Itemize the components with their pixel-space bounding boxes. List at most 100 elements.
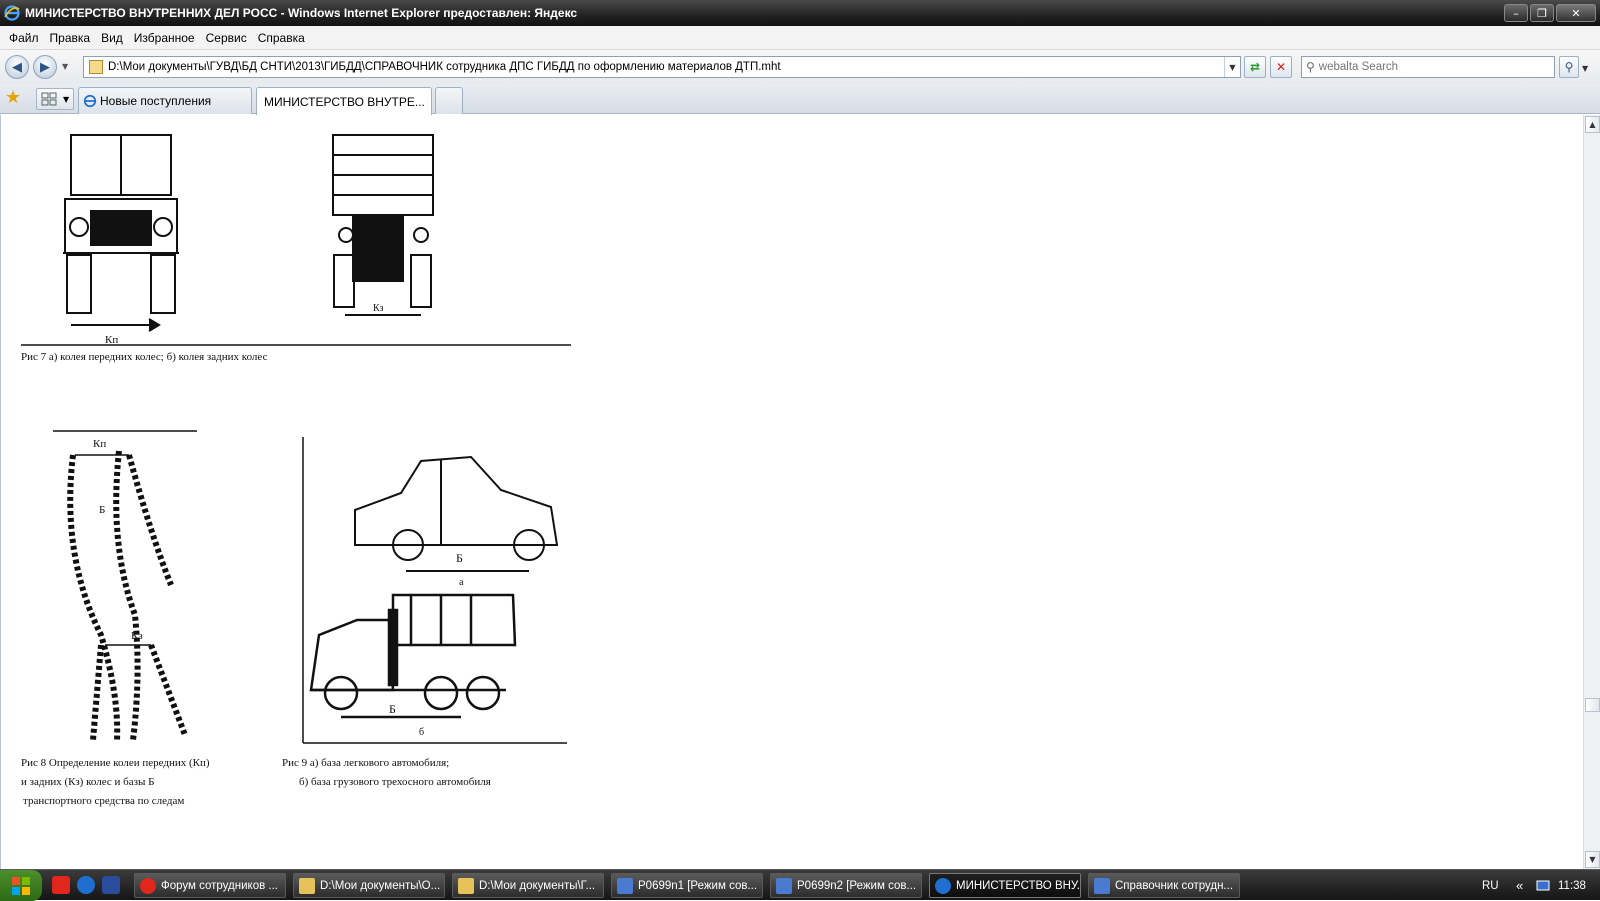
taskbar-item-label: D:\Мои документы\Г... — [479, 879, 596, 892]
refresh-button[interactable]: ⇄ — [1244, 56, 1266, 78]
navigation-bar: ◀ ▶ ▼ D:\Мои документы\ГУВД\БД СНТИ\2013… — [0, 50, 1600, 84]
truck-rear-drawing — [332, 134, 434, 316]
fig8-caption-line-3: транспортного средства по следам — [23, 795, 185, 807]
ie-page-icon — [83, 94, 97, 108]
tab-list-dropdown[interactable]: ▼ — [63, 95, 69, 104]
back-arrow-icon: ◀ — [12, 59, 22, 75]
scroll-up-button[interactable]: ▲ — [1585, 116, 1600, 133]
address-url[interactable]: D:\Мои документы\ГУВД\БД СНТИ\2013\ГИБДД… — [108, 61, 1224, 73]
search-box[interactable]: ⚲ — [1301, 56, 1555, 78]
taskbar-item-label: D:\Мои документы\О... — [320, 879, 441, 892]
page-content: Кп Кз Кп Б Кз Б а Б б Рис 7 а) колея пер… — [0, 115, 1583, 869]
refresh-icon: ⇄ — [1249, 60, 1261, 74]
scanned-figures: Кп Кз Кп Б Кз Б а Б б — [21, 134, 571, 744]
ie-icon — [935, 877, 951, 894]
start-button[interactable] — [0, 870, 42, 901]
taskbar-item-doc-2[interactable]: P0699n2 [Режим сов... — [770, 873, 922, 898]
tab-label: МИНИСТЕРСТВО ВНУТРЕ... — [264, 94, 425, 109]
fig9-b1-label: Б — [456, 551, 463, 565]
menu-view[interactable]: Вид — [96, 31, 128, 45]
maximize-button[interactable]: ❐ — [1530, 4, 1554, 22]
yandex-browser-launch-icon[interactable] — [52, 876, 70, 894]
word-document-icon — [776, 877, 792, 894]
fig8-caption-line-1: Рис 8 Определение колеи передних (Кп) — [21, 757, 210, 769]
show-desktop-icon[interactable] — [102, 876, 120, 894]
fig7-kp-label: Кп — [105, 334, 118, 346]
fig9-caption-line-1: Рис 9 а) база легкового автомобиля; — [282, 757, 450, 769]
tab-ministry[interactable]: МИНИСТЕРСТВО ВНУТРЕ... ✕ — [256, 87, 432, 115]
word-document-icon — [1094, 877, 1110, 894]
search-icon: ⚲ — [1564, 60, 1574, 74]
scroll-thumb[interactable] — [1585, 698, 1600, 712]
menu-bar: Файл Правка Вид Избранное Сервис Справка — [0, 26, 1600, 50]
stop-icon: ✕ — [1275, 60, 1287, 74]
show-hidden-icons-chevron[interactable]: « — [1516, 870, 1523, 901]
forward-button[interactable]: ▶ — [33, 55, 57, 79]
taskbar-item-doc-1[interactable]: P0699n1 [Режим сов... — [611, 873, 763, 898]
window-title: МИНИСТЕРСТВО ВНУТРЕННИХ ДЕЛ РОСС - Windo… — [25, 6, 578, 20]
tire-tracks-drawing — [53, 430, 197, 741]
tab-bar: ★ ▼ Новые поступления МИНИСТЕРСТВО ВНУТР… — [0, 84, 1600, 115]
menu-edit[interactable]: Правка — [45, 31, 96, 45]
clock[interactable]: 11:38 — [1558, 870, 1586, 901]
fig9-a-label: а — [459, 577, 464, 588]
menu-help[interactable]: Справка — [253, 31, 310, 45]
menu-file[interactable]: Файл — [4, 31, 44, 45]
search-input[interactable] — [1318, 61, 1539, 73]
close-button[interactable]: ✕ — [1556, 4, 1596, 22]
quick-tabs-button[interactable]: ▼ — [36, 88, 74, 110]
tab-new-arrivals[interactable]: Новые поступления — [78, 87, 252, 114]
monitor-icon — [1536, 880, 1550, 890]
quick-tabs-icon — [41, 92, 57, 106]
ie-launch-icon[interactable] — [77, 876, 95, 894]
fig8-caption-line-2: и задних (Кз) колес и базы Б — [21, 776, 155, 788]
page-icon — [89, 60, 103, 74]
forward-arrow-icon: ▶ — [40, 59, 50, 75]
address-dropdown-button[interactable]: ▼ — [1224, 57, 1240, 77]
word-document-icon — [617, 877, 633, 894]
taskbar-item-label: Форум сотрудников ... — [161, 879, 278, 892]
folder-icon — [458, 877, 474, 894]
search-magnifier-icon: ⚲ — [1306, 60, 1315, 74]
vertical-scrollbar[interactable]: ▲ ▼ — [1583, 115, 1600, 869]
fig8-kp-label: Кп — [93, 438, 106, 450]
title-bar: МИНИСТЕРСТВО ВНУТРЕННИХ ДЕЛ РОСС - Windo… — [0, 0, 1600, 26]
taskbar-item-ie-ministry[interactable]: МИНИСТЕРСТВО ВНУ... — [929, 873, 1081, 898]
search-go-button[interactable]: ⚲ — [1559, 56, 1579, 78]
windows-logo-icon — [12, 876, 30, 895]
address-bar[interactable]: D:\Мои документы\ГУВД\БД СНТИ\2013\ГИБДД… — [83, 56, 1241, 78]
tab-label: Новые поступления — [100, 94, 212, 108]
fig8-kz-label: Кз — [131, 630, 143, 642]
fig9-b-label: б — [419, 727, 424, 738]
truck-front-drawing — [63, 134, 179, 332]
stop-button[interactable]: ✕ — [1270, 56, 1292, 78]
minimize-button[interactable]: – — [1504, 4, 1528, 22]
dump-truck-side-drawing — [309, 593, 517, 719]
favorites-star-icon[interactable]: ★ — [5, 89, 21, 107]
menu-favorites[interactable]: Избранное — [129, 31, 200, 45]
taskbar-item-label: Справочник сотрудн... — [1115, 879, 1234, 892]
fig8-b-label: Б — [99, 504, 105, 516]
taskbar-item-label: P0699n1 [Режим сов... — [638, 879, 758, 892]
search-options-dropdown[interactable]: ▼ — [1582, 64, 1588, 73]
ie-logo-icon — [4, 5, 20, 21]
taskbar-item-folder-1[interactable]: D:\Мои документы\О... — [293, 873, 445, 898]
back-button[interactable]: ◀ — [5, 55, 29, 79]
taskbar-item-handbook[interactable]: Справочник сотрудн... — [1088, 873, 1240, 898]
yandex-icon — [140, 877, 156, 894]
folder-icon — [299, 877, 315, 894]
taskbar-item-label: МИНИСТЕРСТВО ВНУ... — [956, 879, 1081, 892]
new-tab-button[interactable] — [435, 87, 463, 114]
scroll-down-button[interactable]: ▼ — [1585, 851, 1600, 868]
recent-pages-dropdown[interactable]: ▼ — [62, 62, 68, 71]
language-indicator[interactable]: RU — [1482, 870, 1499, 901]
taskbar-item-forum[interactable]: Форум сотрудников ... — [134, 873, 286, 898]
fig7-caption: Рис 7 а) колея передних колес; б) колея … — [21, 351, 268, 363]
fig7-kz-label: Кз — [373, 303, 384, 314]
fig9-caption-line-2: б) база грузового трехосного автомобиля — [299, 776, 491, 788]
network-icon[interactable] — [1536, 870, 1552, 901]
taskbar-item-folder-2[interactable]: D:\Мои документы\Г... — [452, 873, 604, 898]
taskbar-item-label: P0699n2 [Режим сов... — [797, 879, 917, 892]
fig9-b2-label: Б — [389, 702, 396, 716]
menu-tools[interactable]: Сервис — [201, 31, 252, 45]
